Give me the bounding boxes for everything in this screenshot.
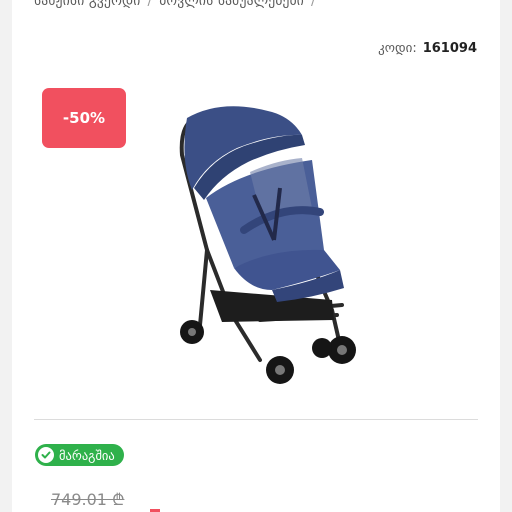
check-icon bbox=[38, 447, 54, 463]
product-code-label: კოდი: bbox=[378, 41, 417, 56]
old-price: 749.01 ₾ bbox=[51, 490, 125, 509]
breadcrumb: სახჟისი გვერდი / ბოვლის სამუალებები / bbox=[34, 0, 323, 13]
section-divider bbox=[34, 419, 478, 420]
in-stock-badge: მარაგშია bbox=[35, 444, 124, 466]
breadcrumb-item-category[interactable]: ბოვლის სამუალებები bbox=[159, 0, 304, 9]
product-page: სახჟისი გვერდი / ბოვლის სამუალებები / კოდი:… bbox=[12, 0, 500, 512]
breadcrumb-item-home[interactable]: სახჟისი გვერდი bbox=[34, 0, 140, 9]
stroller-image[interactable] bbox=[162, 100, 372, 392]
in-stock-label: მარაგშია bbox=[59, 447, 115, 463]
breadcrumb-separator: / bbox=[147, 0, 153, 9]
discount-badge: -50% bbox=[42, 88, 126, 148]
product-code-value: 161094 bbox=[422, 41, 477, 56]
breadcrumb-separator: / bbox=[310, 0, 316, 9]
product-code: კოდი: 161094 bbox=[378, 41, 477, 56]
